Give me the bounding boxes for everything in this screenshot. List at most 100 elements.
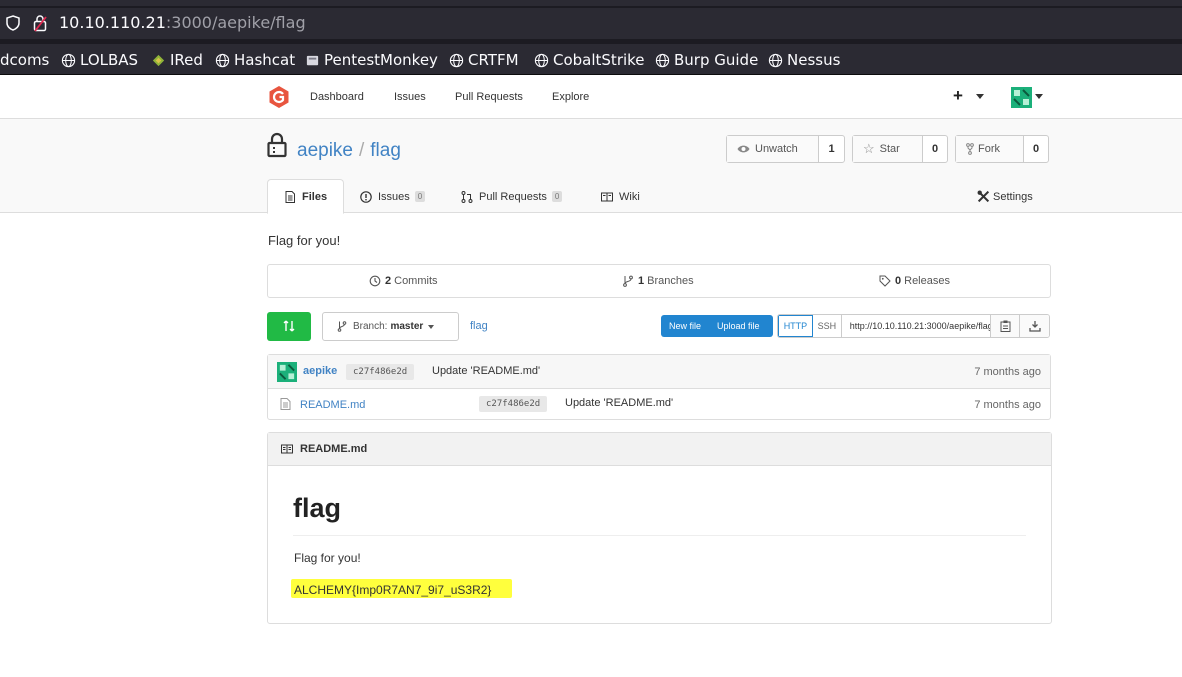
releases-stat[interactable]: 0 Releases [879,275,950,287]
bookmark-label: Burp Guide [674,51,759,69]
bookmark-label: PentestMonkey [324,51,438,69]
insecure-lock-icon[interactable] [33,14,47,32]
upload-file-button[interactable]: Upload file [709,321,768,331]
url-host: 10.10.110.21 [59,13,166,32]
file-commit-time: 7 months ago [974,399,1041,411]
readme-divider [293,535,1026,536]
star-label: Star [879,143,900,155]
bookmark-ired[interactable]: IRed [151,50,203,70]
file-commit-sha[interactable]: c27f486e2d [479,396,548,412]
tab-issues-label: Issues [378,190,410,203]
compare-button[interactable] [267,312,311,341]
readme-filename: README.md [300,443,368,455]
repo-title: aepike / flag [297,140,401,162]
clone-panel: HTTP SSH http://10.10.110.21:3000/aepike… [777,314,1050,338]
commits-label: Commits [394,275,438,287]
bookmark-crtfm[interactable]: CRTFM [449,50,519,70]
commit-sha-link[interactable]: c27f486e2d [346,364,415,380]
tab-issues[interactable]: Issues 0 [360,179,426,214]
page-icon [306,55,319,65]
bookmark-pentestmonkey[interactable]: PentestMonkey [305,50,438,70]
nav-pull-requests[interactable]: Pull Requests [455,91,523,103]
commit-message[interactable]: Update 'README.md' [432,365,540,377]
shield-icon[interactable] [6,15,20,31]
create-new-button[interactable]: + [953,86,963,106]
diamond-icon [152,54,165,66]
download-button[interactable] [1020,315,1049,337]
fork-button[interactable]: Fork [956,136,1024,162]
ssh-clone-button[interactable]: SSH [813,315,842,337]
clone-url-input[interactable]: http://10.10.110.21:3000/aepike/flag.git [842,315,992,337]
bookmark-burp-guide[interactable]: Burp Guide [655,50,758,70]
tab-pull-requests-label: Pull Requests [479,190,547,203]
stars-count[interactable]: 0 [923,136,947,162]
repo-owner-link[interactable]: aepike [297,140,353,161]
commit-time: 7 months ago [974,366,1041,378]
bookmark-lolbas[interactable]: LOLBAS [61,50,138,70]
readme-panel: README.md flag Flag for you! ALCHEMY{Imp… [267,432,1052,624]
bookmark-hashcat[interactable]: Hashcat [215,50,295,70]
star-button[interactable]: ☆ Star [853,136,923,162]
unwatch-label: Unwatch [755,143,798,155]
table-row: README.md c27f486e2d Update 'README.md' … [268,389,1050,420]
branch-selector[interactable]: Branch: master [322,312,459,341]
http-clone-button[interactable]: HTTP [778,315,813,337]
branches-label: Branches [647,275,694,287]
repo-name-link[interactable]: flag [370,140,401,161]
nav-issues[interactable]: Issues [394,91,426,103]
author-avatar[interactable] [277,362,297,382]
browser-tabstrip-edge [0,0,1182,6]
repo-description: Flag for you! [268,233,341,248]
new-file-button[interactable]: New file [661,321,709,331]
fork-button-group: Fork 0 [955,135,1049,163]
bookmark-label: CRTFM [468,51,519,69]
user-avatar[interactable] [1011,87,1032,108]
chevron-down-icon[interactable] [1035,94,1043,99]
address-url[interactable]: 10.10.110.21:3000/aepike/flag [59,13,306,32]
tab-settings[interactable]: Settings [977,179,1033,214]
branches-stat[interactable]: 1 Branches [622,275,694,287]
globe-icon [61,53,76,67]
gogs-logo-icon[interactable] [268,85,290,109]
unwatch-button-group: Unwatch 1 [726,135,845,163]
nav-dashboard[interactable]: Dashboard [310,91,364,103]
commits-stat[interactable]: 2 Commits [369,275,438,287]
bookmark-dcoms[interactable]: dcoms [0,50,49,70]
unwatch-button[interactable]: Unwatch [727,136,819,162]
tab-files-label: Files [302,190,328,203]
tab-files[interactable]: Files [267,179,344,214]
breadcrumb-repo[interactable]: flag [470,320,488,332]
issues-count-badge: 0 [414,191,426,202]
commit-author-link[interactable]: aepike [303,365,337,377]
bookmark-label: LOLBAS [80,51,139,69]
star-icon: ☆ [863,141,875,156]
fork-icon [966,143,974,155]
tab-settings-label: Settings [993,190,1033,203]
latest-commit-row: aepike c27f486e2d Update 'README.md' 7 m… [268,355,1050,389]
chevron-down-icon[interactable] [976,94,984,99]
bookmark-label: dcoms [0,51,50,69]
repo-title-separator: / [359,140,365,161]
pulls-count-badge: 0 [551,191,563,202]
url-path: :3000/aepike/flag [165,13,306,32]
git-branch-icon [337,321,347,332]
pull-request-icon [461,190,473,203]
copy-url-button[interactable] [991,315,1021,337]
eye-icon [737,145,750,153]
file-commit-message[interactable]: Update 'README.md' [565,397,673,409]
readme-header: README.md [268,433,1051,466]
tab-wiki[interactable]: Wiki [601,179,640,214]
globe-icon [768,53,783,67]
releases-label: Releases [904,275,950,287]
browser-urlbar: 10.10.110.21:3000/aepike/flag [0,0,1182,44]
forks-count[interactable]: 0 [1024,136,1048,162]
bookmark-label: Nessus [787,51,841,69]
flag-text: ALCHEMY{Imp0R7AN7_9i7_uS3R2} [294,583,492,597]
bookmark-cobaltstrike[interactable]: CobaltStrike [534,50,645,70]
tab-pull-requests[interactable]: Pull Requests 0 [461,179,563,214]
nav-explore[interactable]: Explore [552,91,589,103]
star-button-group: ☆ Star 0 [852,135,948,163]
bookmark-nessus[interactable]: Nessus [768,50,840,70]
file-name-link[interactable]: README.md [300,399,365,411]
watchers-count[interactable]: 1 [819,136,844,162]
